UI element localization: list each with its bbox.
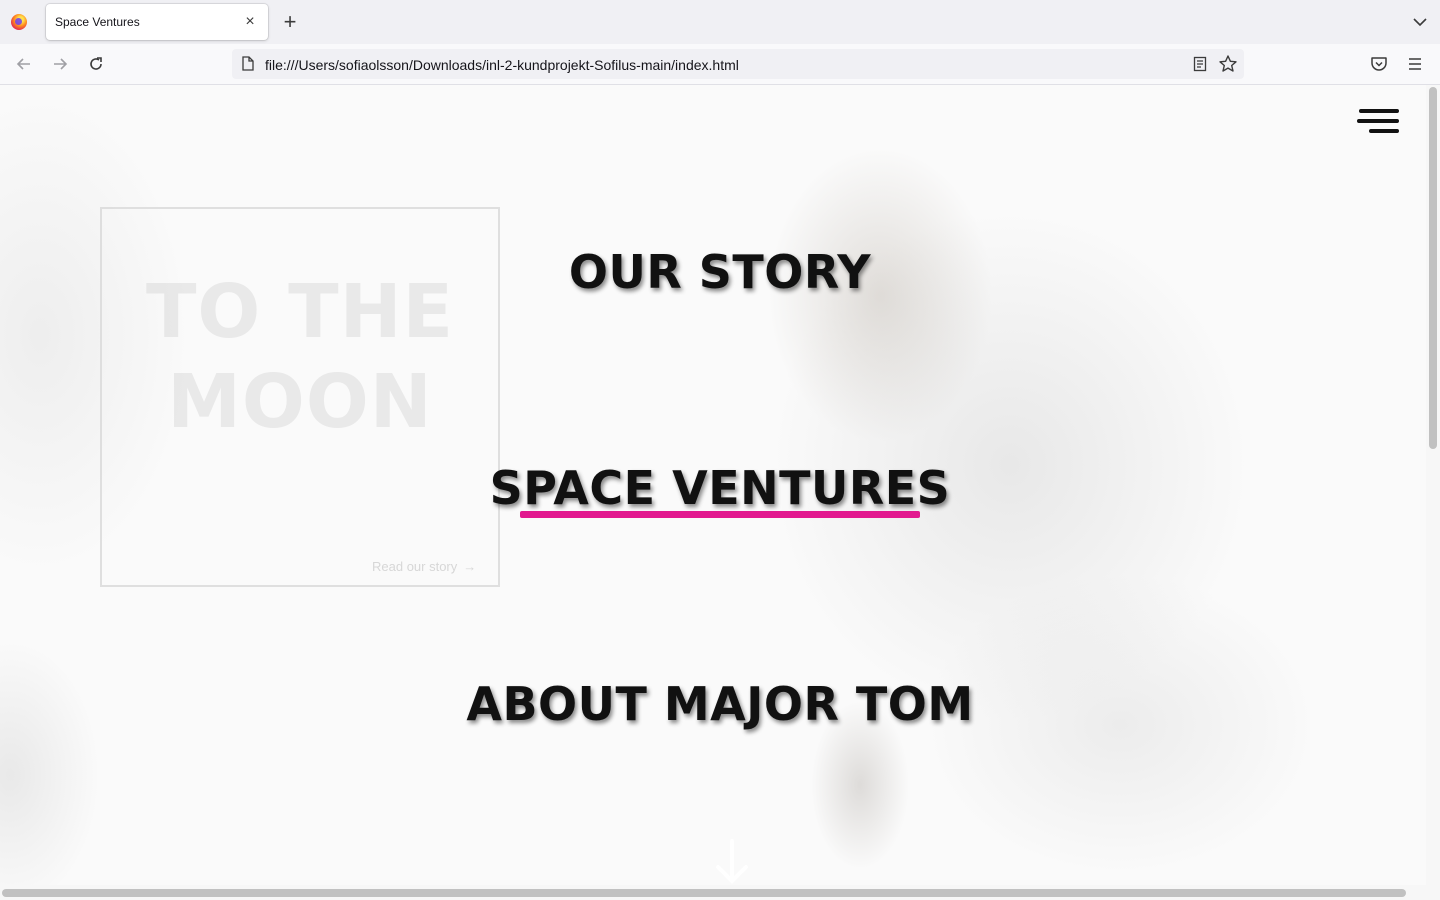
menu-item-about-major-tom[interactable]: ABOUT MAJOR TOM <box>0 677 1426 731</box>
page-viewport: TO THE MOON Read our story → OUR STORY SP… <box>0 85 1426 885</box>
vertical-scrollbar[interactable] <box>1426 85 1440 885</box>
hamburger-menu-icon[interactable] <box>1357 109 1399 135</box>
url-text[interactable]: file:///Users/sofiaolsson/Downloads/inl-… <box>265 57 739 73</box>
address-bar[interactable]: file:///Users/sofiaolsson/Downloads/inl-… <box>232 49 1244 79</box>
app-menu-icon[interactable] <box>1404 53 1426 75</box>
firefox-logo-icon <box>11 14 27 30</box>
arrow-down-icon[interactable] <box>712 837 752 885</box>
read-our-story-link[interactable]: Read our story → <box>372 559 476 574</box>
horizontal-scrollbar-thumb[interactable] <box>2 889 1406 897</box>
browser-nav-bar: file:///Users/sofiaolsson/Downloads/inl-… <box>0 44 1440 85</box>
tab-space-ventures[interactable]: Space Ventures × <box>46 4 268 40</box>
reload-icon[interactable] <box>84 52 108 76</box>
vertical-scrollbar-thumb[interactable] <box>1429 87 1437 449</box>
close-tab-icon[interactable]: × <box>240 12 260 32</box>
menu-item-our-story[interactable]: OUR STORY <box>0 245 1426 299</box>
menu-item-space-ventures[interactable]: SPACE VENTURES <box>0 461 1426 515</box>
list-all-tabs-icon[interactable] <box>1410 10 1430 34</box>
pocket-icon[interactable] <box>1368 53 1390 75</box>
hero-title-line-2: MOON <box>167 359 433 445</box>
arrow-right-icon: → <box>463 559 477 574</box>
tab-title: Space Ventures <box>55 15 140 29</box>
back-icon[interactable] <box>12 52 36 76</box>
active-menu-underline <box>520 511 920 518</box>
horizontal-scrollbar[interactable] <box>0 885 1440 900</box>
read-our-story-label: Read our story <box>372 559 458 574</box>
new-tab-button[interactable]: + <box>278 10 302 34</box>
bookmark-star-icon[interactable] <box>1218 54 1238 74</box>
browser-tab-bar: Space Ventures × + <box>0 0 1440 44</box>
page-icon <box>242 56 254 71</box>
reader-view-icon[interactable] <box>1192 56 1208 72</box>
forward-icon[interactable] <box>48 52 72 76</box>
